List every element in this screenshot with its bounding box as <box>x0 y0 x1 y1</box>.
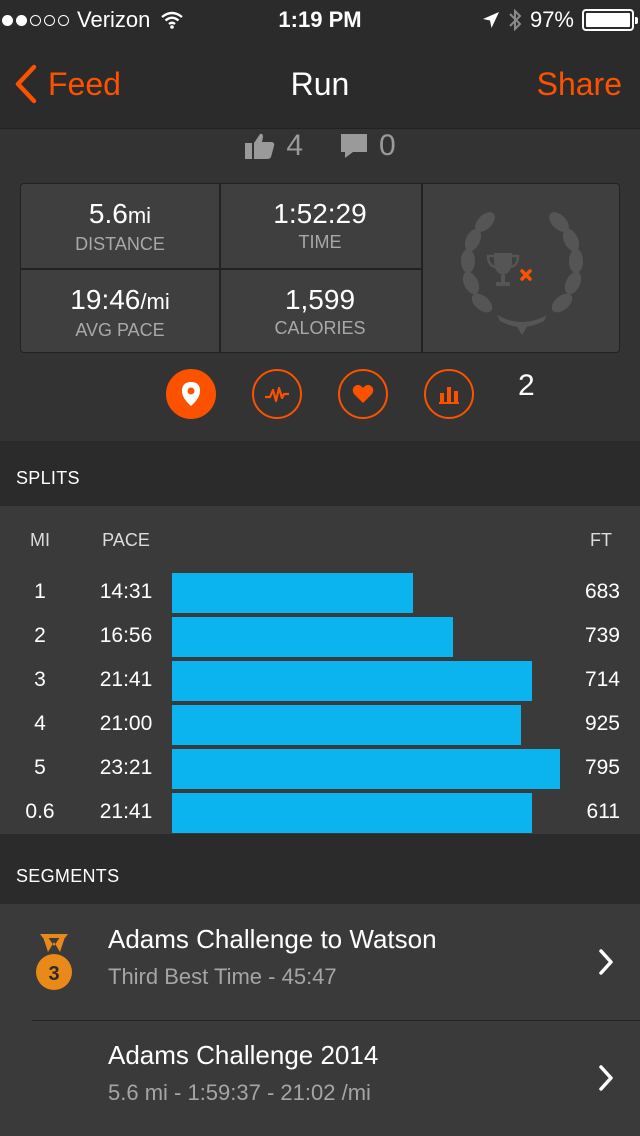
segment-row[interactable]: 3 Adams Challenge to Watson Third Best T… <box>0 904 640 1021</box>
pace-value: 19:46 <box>70 284 141 315</box>
multiply-icon <box>520 269 532 281</box>
split-elevation: 714 <box>584 668 620 691</box>
segment-name: Adams Challenge 2014 <box>108 1040 379 1070</box>
split-row: 3 21:41 714 <box>0 658 640 702</box>
status-bar: Verizon 1:19 PM 97% <box>0 0 640 40</box>
segment-detail: Third Best Time - 45:47 <box>108 964 337 989</box>
medal-rank: 3 <box>48 963 59 985</box>
split-mile: 0.6 <box>25 800 55 823</box>
segment-row[interactable]: Adams Challenge 2014 5.6 mi - 1:59:37 - … <box>0 1020 640 1136</box>
avg-pace-stat: 19:46/mi AVG PACE <box>21 270 219 352</box>
share-button[interactable]: Share <box>537 60 622 108</box>
split-elevation: 683 <box>584 580 620 603</box>
column-header-pace: PACE <box>102 530 150 550</box>
split-row: 0.6 21:41 611 <box>0 790 640 834</box>
tab-pace[interactable] <box>252 369 302 419</box>
split-elevation: 739 <box>584 624 620 647</box>
tab-map[interactable] <box>166 369 216 419</box>
battery-icon <box>582 9 638 31</box>
pace-unit: /mi <box>140 289 170 314</box>
time-value: 1:52:29 <box>273 198 367 229</box>
split-pace-bar <box>172 617 453 657</box>
chevron-right-icon <box>599 949 613 975</box>
split-pace: 23:21 <box>99 756 153 779</box>
status-right-group: 97% <box>482 6 638 34</box>
comments-button[interactable]: 0 <box>339 129 396 163</box>
split-row: 5 23:21 795 <box>0 746 640 790</box>
activity-summary-panel: 4 0 5.6mi DISTANCE 1:52:29 TIME 19:46/mi… <box>0 128 640 441</box>
column-header-ft: FT <box>590 530 612 550</box>
stats-card: 5.6mi DISTANCE 1:52:29 TIME 19:46/mi AVG… <box>20 183 620 353</box>
segment-detail: 5.6 mi - 1:59:37 - 21:02 /mi <box>108 1080 371 1105</box>
distance-unit: mi <box>127 203 152 228</box>
split-pace-bar <box>172 749 560 789</box>
split-pace-bar <box>172 705 521 745</box>
calories-label: CALORIES <box>274 318 366 338</box>
time-label: TIME <box>298 232 342 252</box>
trophy-icon <box>486 253 520 286</box>
divider <box>21 268 421 270</box>
time-stat: 1:52:29 TIME <box>221 184 419 268</box>
split-elevation: 795 <box>584 756 620 779</box>
split-pace: 14:31 <box>99 580 153 603</box>
detail-tabs <box>0 369 640 419</box>
split-mile: 5 <box>34 756 46 779</box>
segment-name: Adams Challenge to Watson <box>108 924 437 954</box>
heart-icon <box>352 384 374 403</box>
location-arrow-icon <box>482 12 499 28</box>
calories-value: 1,599 <box>284 284 356 315</box>
bar-chart-icon <box>439 387 459 404</box>
achievements-button[interactable] <box>423 184 619 352</box>
split-mile: 1 <box>34 580 46 603</box>
split-elevation: 611 <box>586 800 620 823</box>
comments-count: 0 <box>379 129 396 162</box>
medal-icon: 3 <box>36 934 72 990</box>
split-row: 4 21:00 925 <box>0 702 640 746</box>
nav-bar: Feed Run Share <box>0 40 640 128</box>
social-row: 4 0 <box>0 129 640 163</box>
split-elevation: 925 <box>584 712 620 735</box>
kudos-count: 4 <box>286 129 303 162</box>
segments-list: 3 Adams Challenge to Watson Third Best T… <box>0 904 640 1136</box>
battery-percent: 97% <box>529 7 574 32</box>
chevron-right-icon <box>599 1065 613 1091</box>
tab-heart-rate[interactable] <box>338 369 388 419</box>
distance-value: 5.6 <box>88 198 128 229</box>
calories-stat: 1,599 CALORIES <box>221 270 419 352</box>
kudos-button[interactable]: 4 <box>244 129 303 163</box>
split-pace: 21:00 <box>99 712 153 735</box>
split-mile: 3 <box>34 668 46 691</box>
split-pace-bar <box>172 661 532 701</box>
thumbs-up-icon <box>245 133 275 159</box>
bluetooth-icon <box>509 8 522 32</box>
split-pace-bar <box>172 793 532 833</box>
splits-table: MI PACE FT 1 14:31 683 2 16:56 739 3 21:41 714 4 2… <box>0 506 640 834</box>
distance-stat: 5.6mi DISTANCE <box>21 184 219 268</box>
column-header-mi: MI <box>30 530 50 550</box>
split-row: 2 16:56 739 <box>0 614 640 658</box>
split-mile: 2 <box>34 624 46 647</box>
pace-label: AVG PACE <box>75 320 165 340</box>
map-pin-icon <box>182 382 200 406</box>
distance-label: DISTANCE <box>75 234 165 254</box>
tab-analysis[interactable] <box>424 369 474 419</box>
split-pace: 21:41 <box>99 668 153 691</box>
segments-header: SEGMENTS <box>16 866 120 886</box>
pace-chart-icon <box>265 386 289 403</box>
splits-header: SPLITS <box>16 468 80 488</box>
split-row: 1 14:31 683 <box>0 570 640 614</box>
split-pace-bar <box>172 573 413 613</box>
comment-bubble-icon <box>341 134 367 158</box>
split-pace: 16:56 <box>99 624 153 647</box>
split-mile: 4 <box>34 712 46 735</box>
split-pace: 21:41 <box>99 800 153 823</box>
laurel-wreath-icon <box>461 212 583 335</box>
